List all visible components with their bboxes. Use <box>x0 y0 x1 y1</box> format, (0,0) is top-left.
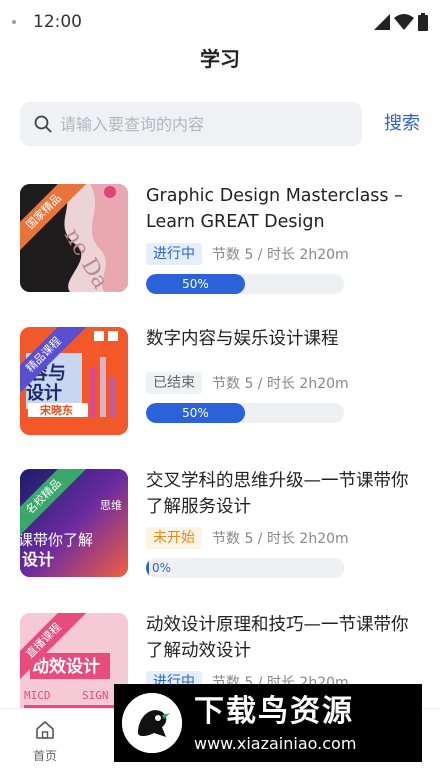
battery-icon <box>418 13 428 31</box>
page-title: 学习 <box>200 47 240 71</box>
signal-icon <box>374 14 390 30</box>
wifi-icon <box>394 14 414 30</box>
search-input[interactable] <box>60 114 340 134</box>
course-title: 数字内容与娱乐设计课程 <box>146 329 339 349</box>
progress-label: 0% <box>152 561 172 575</box>
watermark: 下载鸟资源 www.xiazainiao.com <box>114 684 422 762</box>
progress-label: 50% <box>182 406 209 420</box>
course-cover-art: 动效设计 MICD SIGN <box>20 613 128 721</box>
progress-fill <box>146 558 149 578</box>
progress-label: 50% <box>182 277 209 291</box>
search-bar[interactable] <box>20 102 362 146</box>
svg-text:思维: 思维 <box>100 499 122 512</box>
course-cover-art: 容与 设计 宋晓东 <box>20 327 128 435</box>
course-title: Graphic Design Masterclass – Learn GREAT… <box>146 186 403 232</box>
watermark-title: 下载鸟资源 <box>194 694 354 729</box>
course-progress-bar: 0% <box>146 558 344 578</box>
svg-text:MICD: MICD <box>24 689 51 702</box>
course-status-badge: 进行中 <box>146 243 202 265</box>
course-cover-art: ne Da <box>20 184 128 292</box>
bird-logo-icon <box>122 693 182 753</box>
course-progress-bar: 50% <box>146 403 344 423</box>
course-thumbnail: 动效设计 MICD SIGN 直播课程 <box>20 613 128 721</box>
svg-text:动效设计: 动效设计 <box>32 656 100 677</box>
svg-text:课带你了解: 课带你了解 <box>20 531 93 549</box>
search-icon <box>34 115 52 133</box>
status-time: 12:00 <box>33 12 82 32</box>
course-item[interactable]: 课带你了解 设计 思维 名校精品 交叉学科的思维升级—一节课带你了解服务设计 未… <box>20 469 420 579</box>
home-icon <box>36 721 54 739</box>
status-bar: 12:00 <box>0 0 440 44</box>
course-status-badge: 已结束 <box>146 372 202 394</box>
search-button[interactable]: 搜索 <box>384 110 420 138</box>
course-progress-bar: 50% <box>146 274 344 294</box>
course-title: 交叉学科的思维升级—一节课带你了解服务设计 <box>146 471 409 517</box>
notification-dot <box>12 20 16 24</box>
course-duration: 节数 5 / 时长 2h20m <box>212 376 349 392</box>
tab-home-label: 首页 <box>32 749 57 763</box>
course-meta: 未开始 节数 5 / 时长 2h20m <box>146 527 349 549</box>
svg-text:宋晓东: 宋晓东 <box>39 403 73 417</box>
course-cover-art: 课带你了解 设计 思维 <box>20 469 128 577</box>
course-thumbnail: 课带你了解 设计 思维 名校精品 <box>20 469 128 577</box>
course-thumbnail: 容与 设计 宋晓东 精品课程 <box>20 327 128 435</box>
course-item[interactable]: 容与 设计 宋晓东 精品课程 数字内容与娱乐设计课程 已结束 节数 5 / 时长… <box>20 327 420 437</box>
course-duration: 节数 5 / 时长 2h20m <box>212 247 349 263</box>
course-status-badge: 未开始 <box>146 527 202 549</box>
svg-text:设计: 设计 <box>22 550 54 569</box>
tab-home[interactable]: 首页 <box>20 719 70 764</box>
svg-text:SIGN: SIGN <box>82 689 109 702</box>
course-item[interactable]: ne Da 国家精品 Graphic Design Masterclass – … <box>20 184 420 294</box>
course-meta: 进行中 节数 5 / 时长 2h20m <box>146 243 349 265</box>
status-icons <box>374 13 428 31</box>
course-duration: 节数 5 / 时长 2h20m <box>212 531 349 547</box>
course-title: 动效设计原理和技巧—一节课带你了解动效设计 <box>146 615 409 661</box>
watermark-logo <box>122 693 182 753</box>
course-meta: 已结束 节数 5 / 时长 2h20m <box>146 372 349 394</box>
watermark-url: www.xiazainiao.com <box>194 734 357 753</box>
svg-text:设计: 设计 <box>26 382 62 404</box>
course-thumbnail: ne Da 国家精品 <box>20 184 128 292</box>
